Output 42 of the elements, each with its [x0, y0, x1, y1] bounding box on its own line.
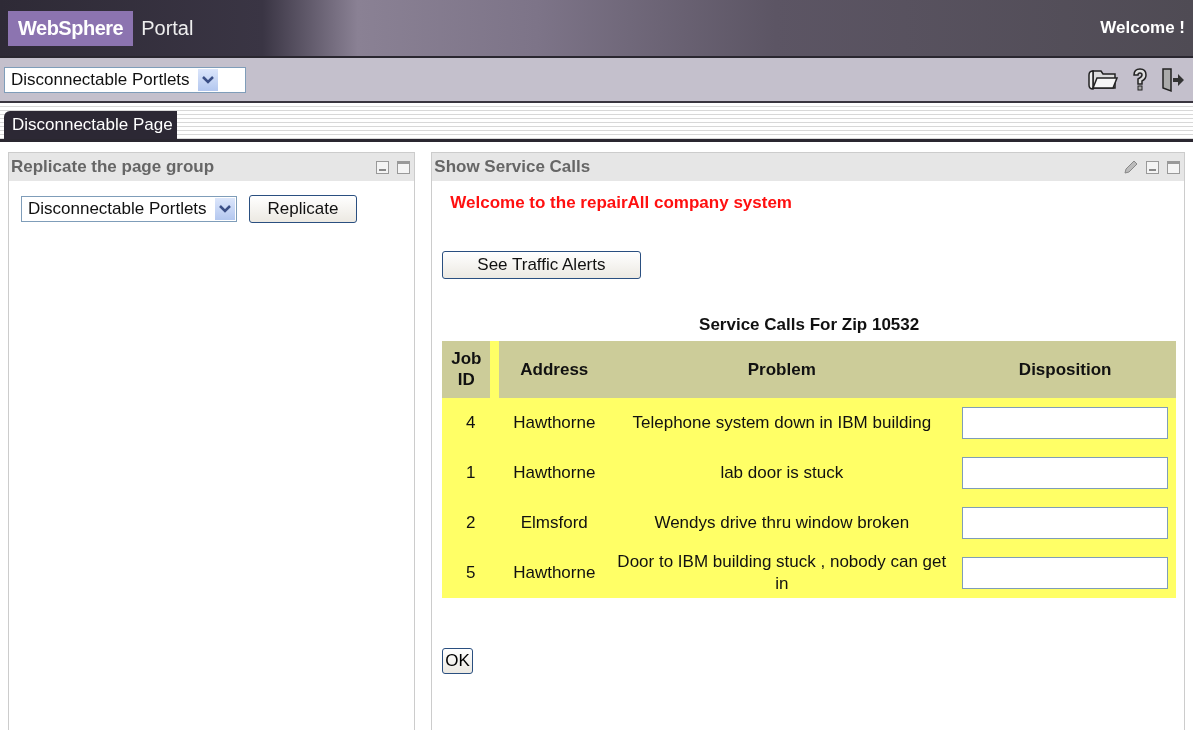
product-name: Portal	[141, 16, 194, 40]
disposition-field[interactable]	[962, 557, 1168, 589]
table-title: Service Calls For Zip 10532	[698, 315, 921, 335]
brand-logo: WebSphere	[8, 10, 134, 46]
group-select[interactable]: Disconnectable Portlets	[21, 196, 237, 222]
table-cell-text: Telephone system down in IBM building	[631, 411, 933, 434]
table-cell-text: 5	[465, 561, 477, 584]
traffic-alerts-button[interactable]: See Traffic Alerts	[442, 251, 641, 279]
welcome-message: Welcome to the repairAll company system	[450, 193, 793, 213]
minimize-icon[interactable]	[376, 160, 390, 174]
column-header: Address	[499, 341, 610, 398]
chevron-down-icon	[201, 75, 214, 84]
logout-icon[interactable]	[1161, 66, 1185, 93]
table-cell-text: Elmsford	[519, 511, 589, 534]
pencil-icon[interactable]	[1124, 160, 1138, 174]
table-cell-text: Hawthorne	[512, 561, 597, 584]
table-cell-text: 4	[465, 411, 477, 434]
page-select[interactable]: Disconnectable Portlets	[4, 66, 246, 93]
table-cell-text: lab door is stuck	[719, 461, 845, 484]
table-cell-text: Hawthorne	[512, 411, 597, 434]
help-icon[interactable]	[1131, 66, 1149, 93]
minimize-icon[interactable]	[1146, 160, 1159, 174]
replicate-button[interactable]: Replicate	[248, 195, 358, 223]
ok-button[interactable]: OK	[442, 648, 473, 674]
column-header: Problem	[609, 341, 955, 398]
portlet-title: Show Service Calls	[434, 157, 591, 177]
welcome-text: Welcome !	[1100, 18, 1185, 38]
disposition-field[interactable]	[962, 507, 1168, 539]
maximize-icon[interactable]	[1167, 160, 1180, 174]
table-cell-text: 1	[465, 461, 477, 484]
table-cell-text: Hawthorne	[512, 461, 597, 484]
page-tab[interactable]: Disconnectable Page	[4, 111, 177, 139]
table-cell-text: 2	[465, 511, 477, 534]
table-cell-text: Door to IBM building stuck , nobody can get in	[616, 550, 948, 595]
column-header: Job ID	[442, 341, 491, 398]
column-header: Disposition	[954, 341, 1176, 398]
maximize-icon[interactable]	[397, 160, 411, 174]
portlet-title: Replicate the page group	[11, 157, 215, 177]
table-cell-text: Wendys drive thru window broken	[653, 511, 911, 534]
chevron-down-icon	[218, 205, 231, 213]
disposition-field[interactable]	[962, 457, 1168, 489]
disposition-field[interactable]	[962, 407, 1168, 439]
